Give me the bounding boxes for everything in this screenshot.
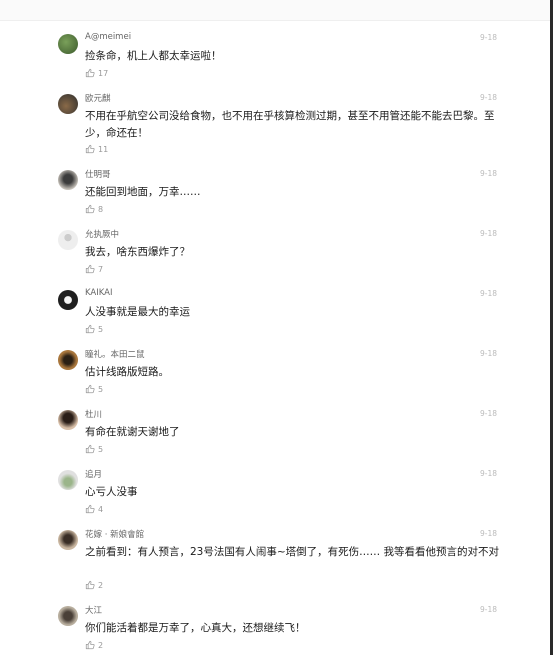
like-count: 11 <box>98 144 109 154</box>
like-button[interactable]: 8 <box>85 204 103 214</box>
avatar[interactable] <box>58 470 78 490</box>
thumbs-up-icon <box>85 204 95 214</box>
avatar-image <box>58 410 78 430</box>
comment-date: 9-18 <box>479 349 497 358</box>
thumbs-up-icon <box>85 324 95 334</box>
thumbs-up-icon <box>85 68 95 78</box>
comment-date: 9-18 <box>479 229 497 238</box>
thumbs-up-icon <box>85 580 95 590</box>
comment-item: 花嫁 · 新娘會館 9-18 之前看到：有人预言，23号法国有人闹事~塔倒了，有… <box>0 524 553 600</box>
like-count: 8 <box>98 204 104 214</box>
comment-date: 9-18 <box>479 529 497 538</box>
comment-date: 9-18 <box>479 605 497 614</box>
avatar[interactable] <box>58 606 78 626</box>
comment-date: 9-18 <box>479 289 497 298</box>
like-button[interactable]: 5 <box>85 444 103 454</box>
thumbs-up-icon <box>85 384 95 394</box>
avatar-image <box>58 350 78 370</box>
avatar-image <box>58 94 78 114</box>
comment-item: 欧元麒 9-18 不用在乎航空公司没给食物，也不用在乎核算检测过期，甚至不用管还… <box>0 88 553 164</box>
comment-item: 瞳礼。本田二鼠 9-18 估计线路版短路。 5 <box>0 344 553 404</box>
like-button[interactable]: 2 <box>85 580 103 590</box>
like-count: 2 <box>98 640 104 650</box>
like-button[interactable]: 17 <box>85 68 108 78</box>
like-button[interactable]: 7 <box>85 264 103 274</box>
top-bar <box>0 0 553 21</box>
comment-username[interactable]: 允执厥中 <box>85 228 119 240</box>
avatar[interactable] <box>58 170 78 190</box>
like-button[interactable]: 2 <box>85 640 103 650</box>
avatar[interactable] <box>58 290 78 310</box>
comment-item: 追月 9-18 心亏人没事 4 <box>0 464 553 524</box>
avatar[interactable] <box>58 34 78 54</box>
comment-date: 9-18 <box>479 169 497 178</box>
like-count: 5 <box>98 324 104 334</box>
like-button[interactable]: 11 <box>85 144 108 154</box>
avatar[interactable] <box>58 530 78 550</box>
comment-text: 估计线路版短路。 <box>85 366 169 378</box>
comment-item: 杜川 9-18 有命在就谢天谢地了 5 <box>0 404 553 464</box>
comment-text: 有命在就谢天谢地了 <box>85 426 180 438</box>
avatar[interactable] <box>58 350 78 370</box>
thumbs-up-icon <box>85 640 95 650</box>
like-count: 17 <box>98 68 109 78</box>
comment-username[interactable]: 仕明哥 <box>85 168 111 180</box>
comment-date: 9-18 <box>479 469 497 478</box>
comment-username[interactable]: 欧元麒 <box>85 92 111 104</box>
like-count: 5 <box>98 384 104 394</box>
like-count: 4 <box>98 504 104 514</box>
comment-item: 大江 9-18 你们能活着都是万幸了，心真大，还想继续飞！ 2 <box>0 600 553 660</box>
avatar[interactable] <box>58 94 78 114</box>
thumbs-up-icon <box>85 264 95 274</box>
like-button[interactable]: 5 <box>85 324 103 334</box>
comment-date: 9-18 <box>479 33 497 42</box>
avatar-image <box>58 470 78 490</box>
comment-text: 人没事就是最大的幸运 <box>85 306 190 318</box>
comment-username[interactable]: A@meimei <box>85 32 131 42</box>
avatar-image <box>58 170 78 190</box>
comment-item: A@meimei 9-18 捡条命，机上人都太幸运啦！ 17 <box>0 28 553 88</box>
comment-text: 不用在乎航空公司没给食物，也不用在乎核算检测过期，甚至不用管还能不能去巴黎。至少… <box>85 110 495 139</box>
avatar[interactable] <box>58 230 78 250</box>
thumbs-up-icon <box>85 504 95 514</box>
avatar-image <box>58 34 78 54</box>
like-count: 5 <box>98 444 104 454</box>
comment-text: 之前看到：有人预言，23号法国有人闹事~塔倒了，有死伤…… 我等看看他预言的对不… <box>85 546 499 558</box>
comment-username[interactable]: 追月 <box>85 468 102 480</box>
comment-date: 9-18 <box>479 409 497 418</box>
comment-list: A@meimei 9-18 捡条命，机上人都太幸运啦！ 17 欧元麒 9-18 … <box>0 28 553 660</box>
avatar-image <box>58 290 78 310</box>
comment-text: 捡条命，机上人都太幸运啦！ <box>85 50 222 62</box>
avatar[interactable] <box>58 410 78 430</box>
comment-username[interactable]: 瞳礼。本田二鼠 <box>85 348 145 360</box>
like-count: 7 <box>98 264 104 274</box>
avatar-image <box>58 530 78 550</box>
comment-date: 9-18 <box>479 93 497 102</box>
comment-item: 仕明哥 9-18 还能回到地面，万幸…… 8 <box>0 164 553 224</box>
comment-item: 允执厥中 9-18 我去，啥东西爆炸了？ 7 <box>0 224 553 284</box>
comment-item: KAIKAI 9-18 人没事就是最大的幸运 5 <box>0 284 553 344</box>
comment-username[interactable]: 杜川 <box>85 408 102 420</box>
comment-text: 心亏人没事 <box>85 486 138 498</box>
avatar-image <box>58 606 78 626</box>
comment-username[interactable]: 大江 <box>85 604 102 616</box>
like-button[interactable]: 5 <box>85 384 103 394</box>
comment-username[interactable]: KAIKAI <box>85 288 113 298</box>
like-button[interactable]: 4 <box>85 504 103 514</box>
comment-text: 你们能活着都是万幸了，心真大，还想继续飞！ <box>85 622 306 634</box>
comment-username[interactable]: 花嫁 · 新娘會館 <box>85 528 144 540</box>
comment-text: 我去，啥东西爆炸了？ <box>85 246 190 258</box>
thumbs-up-icon <box>85 444 95 454</box>
comment-text: 还能回到地面，万幸…… <box>85 186 201 198</box>
default-avatar-icon <box>58 230 78 250</box>
like-count: 2 <box>98 580 104 590</box>
thumbs-up-icon <box>85 144 95 154</box>
